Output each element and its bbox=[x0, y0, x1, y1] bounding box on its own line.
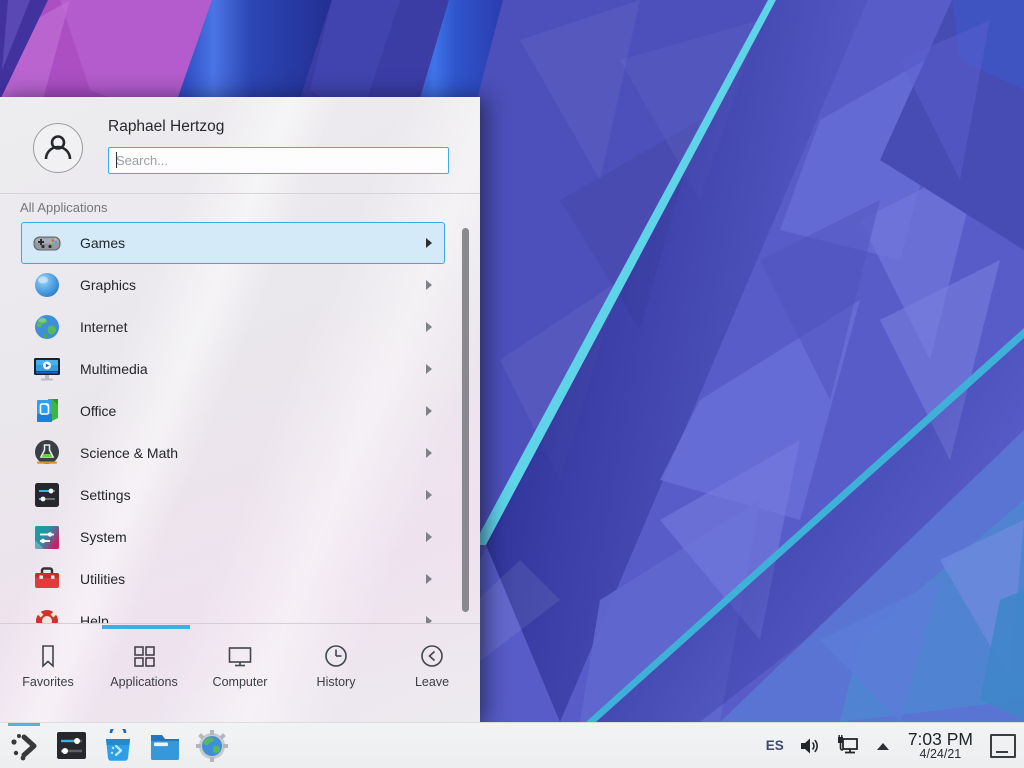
system-settings-button[interactable] bbox=[51, 723, 91, 768]
submenu-arrow-icon bbox=[426, 280, 432, 290]
submenu-arrow-icon bbox=[426, 532, 432, 542]
category-utilities[interactable]: Utilities bbox=[21, 558, 445, 600]
tab-computer[interactable]: Computer bbox=[192, 642, 288, 722]
category-label: Science & Math bbox=[80, 445, 178, 461]
tab-favorites[interactable]: Favorites bbox=[0, 642, 96, 722]
search-input[interactable] bbox=[108, 147, 449, 174]
flask-icon bbox=[32, 438, 62, 468]
section-label: All Applications bbox=[20, 200, 107, 215]
show-desktop-button[interactable] bbox=[990, 734, 1016, 758]
tab-label: Leave bbox=[415, 675, 449, 689]
multimedia-icon bbox=[32, 354, 62, 384]
submenu-arrow-icon bbox=[426, 616, 432, 623]
user-name: Raphael Hertzog bbox=[108, 118, 224, 136]
user-avatar[interactable] bbox=[33, 123, 83, 173]
tab-applications[interactable]: Applications bbox=[96, 642, 192, 722]
category-label: Internet bbox=[80, 319, 127, 335]
category-label: Office bbox=[80, 403, 116, 419]
category-label: System bbox=[80, 529, 127, 545]
grid-icon bbox=[130, 642, 158, 670]
submenu-arrow-icon bbox=[426, 490, 432, 500]
category-system[interactable]: System bbox=[21, 516, 445, 558]
file-manager-button[interactable] bbox=[145, 723, 185, 768]
category-games[interactable]: Games bbox=[21, 222, 445, 264]
browser-globe-icon bbox=[195, 729, 229, 763]
tab-label: History bbox=[317, 675, 356, 689]
list-scrollbar[interactable] bbox=[462, 228, 469, 612]
submenu-arrow-icon bbox=[426, 406, 432, 416]
clock-icon bbox=[322, 642, 350, 670]
system-settings-icon bbox=[55, 729, 88, 762]
category-office[interactable]: Office bbox=[21, 390, 445, 432]
category-settings[interactable]: Settings bbox=[21, 474, 445, 516]
globe-icon bbox=[32, 312, 62, 342]
monitor-icon bbox=[226, 642, 254, 670]
keyboard-layout-indicator[interactable]: ES bbox=[766, 738, 784, 753]
expand-tray-arrow-icon[interactable] bbox=[875, 741, 891, 751]
tab-label: Favorites bbox=[22, 675, 73, 689]
tab-label: Computer bbox=[213, 675, 268, 689]
tab-label: Applications bbox=[110, 675, 177, 689]
toolbox-icon bbox=[32, 564, 62, 594]
category-label: Graphics bbox=[80, 277, 136, 293]
launcher-header: Raphael Hertzog bbox=[0, 97, 480, 194]
submenu-arrow-icon bbox=[426, 364, 432, 374]
clock-time: 7:03 PM bbox=[908, 730, 973, 748]
submenu-arrow-icon bbox=[426, 574, 432, 584]
network-icon[interactable] bbox=[836, 735, 860, 757]
category-science-math[interactable]: Science & Math bbox=[21, 432, 445, 474]
discover-icon bbox=[101, 729, 135, 763]
category-graphics[interactable]: Graphics bbox=[21, 264, 445, 306]
tab-leave[interactable]: Leave bbox=[384, 642, 480, 722]
category-label: Games bbox=[80, 235, 125, 251]
category-multimedia[interactable]: Multimedia bbox=[21, 348, 445, 390]
text-caret bbox=[116, 152, 117, 168]
bookmark-icon bbox=[34, 642, 62, 670]
submenu-arrow-icon bbox=[426, 238, 432, 248]
system-icon bbox=[32, 522, 62, 552]
launcher-button[interactable] bbox=[4, 723, 44, 768]
sliders-icon bbox=[32, 480, 62, 510]
submenu-arrow-icon bbox=[426, 322, 432, 332]
web-browser-button[interactable] bbox=[192, 723, 232, 768]
header-divider bbox=[0, 193, 480, 194]
active-tab-indicator bbox=[102, 625, 190, 629]
kde-launcher-icon bbox=[7, 729, 41, 763]
gamepad-icon bbox=[32, 228, 62, 258]
tab-history[interactable]: History bbox=[288, 642, 384, 722]
category-help[interactable]: Help bbox=[21, 600, 445, 623]
category-label: Help bbox=[80, 613, 109, 623]
clock-date: 4/24/21 bbox=[908, 748, 973, 761]
folder-icon bbox=[148, 729, 182, 763]
application-launcher-panel: Raphael Hertzog All Applications Games bbox=[0, 97, 480, 722]
launcher-tabbar: Favorites Applications Computer bbox=[0, 623, 480, 722]
sphere-icon bbox=[32, 270, 62, 300]
lifebuoy-icon bbox=[32, 606, 62, 623]
leave-icon bbox=[418, 642, 446, 670]
category-list: Games Graphics Internet bbox=[0, 222, 480, 623]
category-label: Multimedia bbox=[80, 361, 148, 377]
volume-icon[interactable] bbox=[799, 736, 821, 756]
category-label: Utilities bbox=[80, 571, 125, 587]
active-task-indicator bbox=[8, 723, 40, 726]
document-icon bbox=[32, 396, 62, 426]
category-internet[interactable]: Internet bbox=[21, 306, 445, 348]
submenu-arrow-icon bbox=[426, 448, 432, 458]
taskbar: ES 7:03 PM 4/24/21 bbox=[0, 722, 1024, 768]
digital-clock[interactable]: 7:03 PM 4/24/21 bbox=[906, 730, 975, 762]
category-label: Settings bbox=[80, 487, 131, 503]
user-icon bbox=[41, 131, 75, 165]
discover-button[interactable] bbox=[98, 723, 138, 768]
